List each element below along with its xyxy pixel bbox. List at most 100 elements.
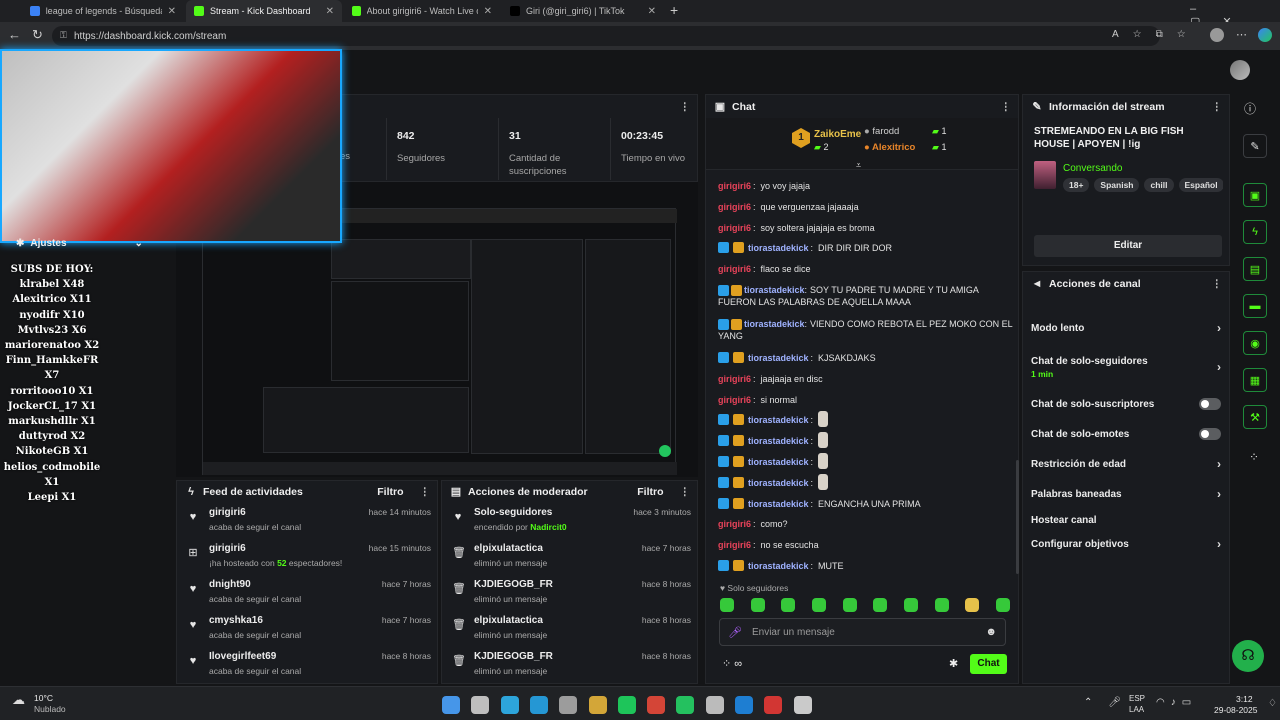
chat-username[interactable]: girigiri6 [718, 263, 751, 275]
chat-message[interactable]: tiorastadekick: MUTE [706, 559, 1016, 576]
network-volume-battery-icons[interactable]: ◠♪▭ [1156, 697, 1197, 708]
reload-icon[interactable]: ↻ [32, 27, 43, 43]
tab-close-icon[interactable]: ✕ [326, 6, 334, 17]
mod-action-name[interactable]: KJDIEGOGB_FR [474, 651, 553, 662]
chat-message[interactable]: girigiri6: si normal [706, 394, 1016, 415]
tab-close-icon[interactable]: ✕ [648, 6, 656, 17]
channel-action-row[interactable]: Configurar objetivos › [1023, 534, 1229, 554]
emote-icon[interactable] [965, 598, 980, 612]
lang-top[interactable]: ESP [1129, 694, 1145, 703]
chat-message[interactable]: girigiri6: como? [706, 518, 1016, 539]
stream-tag[interactable]: Español [1178, 178, 1223, 192]
bolt-icon[interactable]: ϟ [1243, 220, 1267, 244]
document-icon[interactable]: ▤ [1243, 257, 1267, 281]
feed-item[interactable]: ♥ girigiri6 hace 14 minutos acaba de seguir… [177, 503, 437, 539]
steam-icon[interactable] [735, 696, 753, 714]
chat-message[interactable]: girigiri6: yo voy jajaja [706, 180, 1016, 201]
feed-username[interactable]: cmyshka16 [209, 615, 263, 626]
channel-action-row[interactable]: Chat de solo-emotes [1023, 424, 1229, 444]
chat-message[interactable]: tiorastadekick: [706, 473, 1016, 498]
channel-action-row[interactable]: Chat de solo-suscriptores [1023, 394, 1229, 414]
browser-tab[interactable]: Stream - Kick Dashboard ✕ [186, 0, 342, 22]
emote-icon[interactable] [811, 598, 826, 612]
feed-item[interactable]: ♥ dnight90 hace 7 horas acaba de seguir el … [177, 575, 437, 611]
mod-action-item[interactable]: ♥ Solo-seguidores hace 3 minutos encendido … [442, 503, 697, 539]
chat-username[interactable]: girigiri6 [718, 373, 751, 385]
chat-username[interactable]: tiorastadekick [748, 435, 809, 447]
stream-tag[interactable]: Spanish [1094, 178, 1140, 192]
search-icon[interactable] [471, 696, 490, 714]
channel-action-row[interactable]: Modo lento › [1023, 318, 1229, 338]
chat-message[interactable]: girigiri6: soy soltera jajajaja es broma [706, 222, 1016, 243]
chat-message[interactable]: tiorastadekick: DIR DIR DIR DOR [706, 242, 1016, 263]
toggle-switch[interactable] [1199, 398, 1221, 410]
app-icon[interactable] [559, 696, 578, 714]
mod-menu-icon[interactable]: ⋮ [680, 486, 690, 498]
user-avatar[interactable] [1230, 60, 1250, 80]
chat-message[interactable]: tiorastadekick: [706, 432, 1016, 456]
browser-tab[interactable]: league of legends - Búsqueda ✕ [22, 0, 184, 22]
chat-message[interactable]: girigiri6: que verguenzaa jajaaaja [706, 201, 1016, 222]
weather-temp[interactable]: 10°C [34, 693, 53, 703]
chat-message[interactable]: tiorastadekick: ENGANCHA UNA PRIMA [706, 497, 1016, 519]
url-input[interactable]: https://dashboard.kick.com/stream [52, 26, 1160, 46]
chat-message[interactable]: girigiri6: flaco se dice [706, 263, 1016, 284]
browser-tab[interactable]: Giri (@giri_giri6) | TikTok ✕ [502, 0, 664, 22]
leader-first-name[interactable]: ZaikoEme [814, 129, 861, 140]
mod-action-name[interactable]: KJDIEGOGB_FR [474, 579, 553, 590]
toggle-switch[interactable] [1199, 428, 1221, 440]
feed-menu-icon[interactable]: ⋮ [420, 486, 430, 498]
channel-action-row[interactable]: Palabras baneadas › [1023, 484, 1229, 504]
channel-action-row[interactable]: Restricción de edad › [1023, 454, 1229, 474]
edge-icon[interactable] [500, 696, 519, 714]
emote-icon[interactable] [750, 598, 765, 612]
chrome-icon[interactable] [647, 696, 666, 714]
camera-icon[interactable]: ▣ [1243, 183, 1267, 207]
emote-icon[interactable] [842, 598, 857, 612]
pencil-icon[interactable]: ✎ [1243, 134, 1267, 158]
app-red-icon[interactable] [764, 696, 783, 714]
channel-action-row[interactable]: Hostear canal [1023, 510, 1229, 530]
stream-category[interactable]: Conversando [1063, 163, 1122, 174]
emote-icon[interactable] [781, 598, 796, 612]
feed-filter-button[interactable]: Filtro [377, 486, 403, 498]
chat-username[interactable]: tiorastadekick [748, 477, 809, 489]
stream-tag[interactable]: chill [1144, 178, 1174, 192]
browser-tab[interactable]: About girigiri6 - Watch Live on Ki ✕ [344, 0, 500, 22]
collapse-leaderboard-icon[interactable]: ⩡ [856, 160, 861, 171]
more-icon[interactable]: ⋯ [1236, 28, 1247, 41]
chat-username[interactable]: tiorastadekick [744, 285, 805, 295]
chat-message[interactable]: tiorastadekick: KJSAKDJAKS [706, 351, 1016, 373]
mod-action-name[interactable]: elpixulatactica [474, 543, 543, 554]
broadcast-icon[interactable]: ◉ [1243, 331, 1267, 355]
chat-username[interactable]: tiorastadekick [748, 242, 809, 254]
send-chat-button[interactable]: Chat [970, 654, 1007, 674]
chat-settings-icon[interactable]: ✱ [949, 657, 958, 670]
chat-icon[interactable]: ▬ [1243, 294, 1267, 318]
settings-row[interactable]: ✱ Ajustes ⌄ [16, 238, 143, 249]
document-app-icon[interactable] [793, 696, 812, 714]
profile-icon[interactable] [1210, 28, 1224, 42]
mod-action-name[interactable]: elpixulatactica [474, 615, 543, 626]
feed-username[interactable]: girigiri6 [209, 507, 246, 518]
chat-message[interactable]: girigiri6: no se escucha [706, 539, 1016, 560]
chat-message[interactable]: girigiri6: jaajaaja en disc [706, 373, 1016, 394]
back-icon[interactable]: ← [8, 27, 21, 42]
mod-filter-button[interactable]: Filtro [637, 486, 663, 498]
chat-username[interactable]: tiorastadekick [748, 352, 809, 364]
info-icon[interactable]: ⓘ [1244, 100, 1256, 117]
tab-close-icon[interactable]: ✕ [484, 6, 492, 17]
toolbar-icons[interactable]: A☆⧉☆ [1112, 29, 1200, 40]
feed-item[interactable]: ♥ Ilovegirlfeet69 hace 8 horas acaba de seg… [177, 647, 437, 683]
chat-username[interactable]: tiorastadekick [748, 498, 809, 510]
notification-bell-icon[interactable]: ♢ [1268, 698, 1277, 709]
feed-item[interactable]: ♥ cmyshka16 hace 7 horas acaba de seguir el… [177, 611, 437, 647]
feed-item[interactable]: ⊞ girigiri6 hace 15 minutos ¡ha hosteado co… [177, 539, 437, 575]
dots-icon[interactable]: ⁘ [1249, 450, 1259, 464]
edit-stream-button[interactable]: Editar [1034, 235, 1222, 257]
chat-username[interactable]: girigiri6 [718, 180, 751, 192]
mod-action-item[interactable]: 🗑︎ elpixulatactica hace 8 horas eliminó un … [442, 611, 697, 647]
obs-icon[interactable] [705, 696, 724, 714]
chat-message[interactable]: tiorastadekick: [706, 411, 1016, 435]
emote-icon[interactable] [903, 598, 918, 612]
